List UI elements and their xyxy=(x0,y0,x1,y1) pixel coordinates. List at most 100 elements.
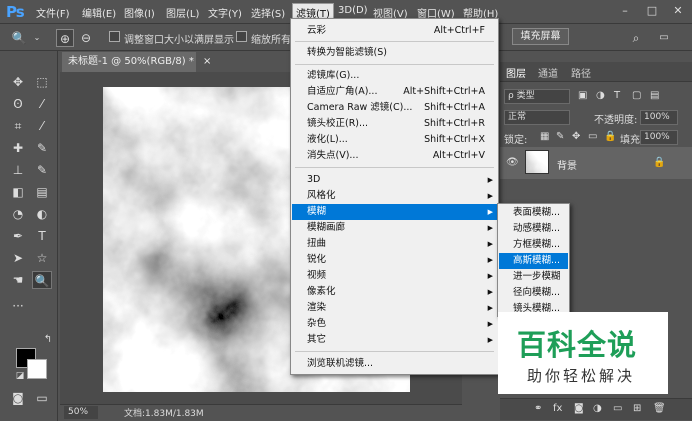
crop-tool-icon[interactable]: ⌗ xyxy=(8,117,28,135)
menu-item-clouds[interactable]: 云彩 Alt+Ctrl+F xyxy=(292,23,497,39)
menu-item-convert-smart[interactable]: 转换为智能滤镜(S) xyxy=(292,45,497,61)
submenu-box-blur[interactable]: 方框模糊... xyxy=(499,237,568,253)
background-color-swatch[interactable] xyxy=(27,359,47,379)
adjustment-layer-icon[interactable]: ◑ xyxy=(593,403,602,414)
filter-pixel-icon[interactable]: ▣ xyxy=(578,90,587,101)
lock-artboard-icon[interactable]: ▭ xyxy=(588,131,597,142)
filter-smart-icon[interactable]: ▤ xyxy=(650,90,659,101)
menu-item-stylize[interactable]: 风格化 ▶ xyxy=(292,188,497,204)
magic-wand-icon[interactable]: ⁄ xyxy=(32,95,52,113)
trash-icon[interactable]: 🗑 xyxy=(653,403,666,414)
menu-item-browse-online[interactable]: 浏览联机滤镜... xyxy=(292,356,497,372)
layer-name[interactable]: 背景 xyxy=(557,157,577,172)
add-mask-icon[interactable]: ◙ xyxy=(574,403,584,414)
pen-tool-icon[interactable]: ✒ xyxy=(8,227,28,245)
lock-position-icon[interactable]: ✥ xyxy=(572,131,580,142)
quick-mask-icon[interactable]: ◙ xyxy=(8,389,28,407)
menu-item-blur[interactable]: 模糊 ▶ xyxy=(292,204,497,220)
clone-stamp-icon[interactable]: ⊥ xyxy=(8,161,28,179)
menu-item-camera-raw[interactable]: Camera Raw 滤镜(C)... Shift+Ctrl+A xyxy=(292,100,497,116)
fx-icon[interactable]: fx xyxy=(553,403,562,414)
eye-visibility-icon[interactable]: 👁 xyxy=(506,157,519,168)
healing-brush-icon[interactable]: ✚ xyxy=(8,139,28,157)
filter-type-icon[interactable]: T xyxy=(614,90,620,101)
zoom-tool-icon[interactable]: 🔍 xyxy=(32,271,52,289)
dodge-tool-icon[interactable]: ◐ xyxy=(32,205,52,223)
hand-tool-icon[interactable]: ☚ xyxy=(8,271,28,289)
search-icon[interactable]: ⌕ xyxy=(627,29,645,47)
menu-item-video[interactable]: 视频 ▶ xyxy=(292,268,497,284)
lock-pixels-icon[interactable]: ▦ xyxy=(540,131,549,142)
type-tool-icon[interactable]: T xyxy=(32,227,52,245)
filter-adjust-icon[interactable]: ◑ xyxy=(596,90,605,101)
menu-item-filter-gallery[interactable]: 滤镜库(G)... xyxy=(292,68,497,84)
menu-type[interactable]: 文字(Y) xyxy=(208,5,242,20)
zoom-in-icon[interactable]: ⊕ xyxy=(56,29,74,47)
submenu-blur-more[interactable]: 进一步模糊 xyxy=(499,269,568,285)
link-layers-icon[interactable]: ⚭ xyxy=(534,403,542,414)
submenu-motion-blur[interactable]: 动感模糊... xyxy=(499,221,568,237)
marquee-tool-icon[interactable]: ⬚ xyxy=(32,73,52,91)
move-tool-icon[interactable]: ✥ xyxy=(8,73,28,91)
submenu-surface-blur[interactable]: 表面模糊... xyxy=(499,205,568,221)
menu-item-render[interactable]: 渲染 ▶ xyxy=(292,300,497,316)
new-group-icon[interactable]: ▭ xyxy=(613,403,622,414)
document-tab[interactable]: 未标题-1 @ 50%(RGB/8) * × xyxy=(62,52,211,72)
eyedropper-icon[interactable]: ⁄ xyxy=(32,117,52,135)
gradient-tool-icon[interactable]: ▤ xyxy=(32,183,52,201)
workspace-icon[interactable]: ▭ xyxy=(655,29,673,47)
brush-tool-icon[interactable]: ✎ xyxy=(32,139,52,157)
history-brush-icon[interactable]: ✎ xyxy=(32,161,52,179)
menu-item-noise[interactable]: 杂色 ▶ xyxy=(292,316,497,332)
zoom-level-field[interactable]: 50% xyxy=(64,406,98,419)
menu-item-lens-correction[interactable]: 镜头校正(R)... Shift+Ctrl+R xyxy=(292,116,497,132)
submenu-gaussian-blur[interactable]: 高斯模糊... xyxy=(499,253,568,269)
menu-item-liquify[interactable]: 液化(L)... Shift+Ctrl+X xyxy=(292,132,497,148)
lock-brush-icon[interactable]: ✎ xyxy=(556,131,564,142)
swap-colors-icon[interactable]: ↰ xyxy=(38,331,58,349)
tab-channels[interactable]: 通道 xyxy=(538,65,558,80)
menu-image[interactable]: 图像(I) xyxy=(124,5,155,20)
zoom-all-windows-checkbox[interactable] xyxy=(236,31,247,42)
lock-all-icon[interactable]: 🔒 xyxy=(604,131,616,142)
eraser-tool-icon[interactable]: ◧ xyxy=(8,183,28,201)
close-tab-icon[interactable]: × xyxy=(203,56,211,67)
tab-paths[interactable]: 路径 xyxy=(571,65,591,80)
fill-field[interactable]: 100% xyxy=(640,130,678,145)
menu-3d[interactable]: 3D(D) xyxy=(338,5,368,16)
menu-item-3d[interactable]: 3D ▶ xyxy=(292,172,497,188)
zoom-tool-preset-icon[interactable]: 🔍 xyxy=(10,29,28,47)
fill-screen-button[interactable]: 填充屏幕 xyxy=(512,28,569,45)
submenu-radial-blur[interactable]: 径向模糊... xyxy=(499,285,568,301)
menu-item-blur-gallery[interactable]: 模糊画廊 ▶ xyxy=(292,220,497,236)
menu-item-adaptive-wide[interactable]: 自适应广角(A)... Alt+Shift+Ctrl+A xyxy=(292,84,497,100)
menu-item-pixelate[interactable]: 像素化 ▶ xyxy=(292,284,497,300)
resize-windows-checkbox[interactable] xyxy=(109,31,120,42)
screen-mode-icon[interactable]: ▭ xyxy=(32,389,52,407)
maximize-button[interactable]: □ xyxy=(641,3,663,19)
menu-edit[interactable]: 编辑(E) xyxy=(82,5,116,20)
tab-layers[interactable]: 图层 xyxy=(506,65,526,80)
menu-separator xyxy=(295,41,494,42)
path-select-icon[interactable]: ➤ xyxy=(8,249,28,267)
menu-layer[interactable]: 图层(L) xyxy=(166,5,199,20)
kind-filter-select[interactable]: ρ 类型 xyxy=(504,89,570,104)
blur-tool-icon[interactable]: ◔ xyxy=(8,205,28,223)
shape-tool-icon[interactable]: ☆ xyxy=(32,249,52,267)
opacity-field[interactable]: 100% xyxy=(640,110,678,125)
menu-item-vanishing-point[interactable]: 消失点(V)... Alt+Ctrl+V xyxy=(292,148,497,164)
lasso-tool-icon[interactable]: ʘ xyxy=(8,95,28,113)
blend-mode-select[interactable]: 正常 xyxy=(504,110,570,125)
new-layer-icon[interactable]: ⊞ xyxy=(633,403,641,414)
minimize-button[interactable]: – xyxy=(614,3,636,19)
close-window-button[interactable]: ✕ xyxy=(667,3,689,19)
menu-item-other[interactable]: 其它 ▶ xyxy=(292,332,497,348)
menu-item-sharpen[interactable]: 锐化 ▶ xyxy=(292,252,497,268)
menu-select[interactable]: 选择(S) xyxy=(251,5,285,20)
more-tools-icon[interactable]: ··· xyxy=(8,297,28,315)
menu-file[interactable]: 文件(F) xyxy=(36,5,70,20)
filter-shape-icon[interactable]: ▢ xyxy=(632,90,641,101)
chevron-down-icon[interactable]: ⌄ xyxy=(28,29,46,47)
zoom-out-icon[interactable]: ⊖ xyxy=(77,29,95,47)
menu-item-distort[interactable]: 扭曲 ▶ xyxy=(292,236,497,252)
